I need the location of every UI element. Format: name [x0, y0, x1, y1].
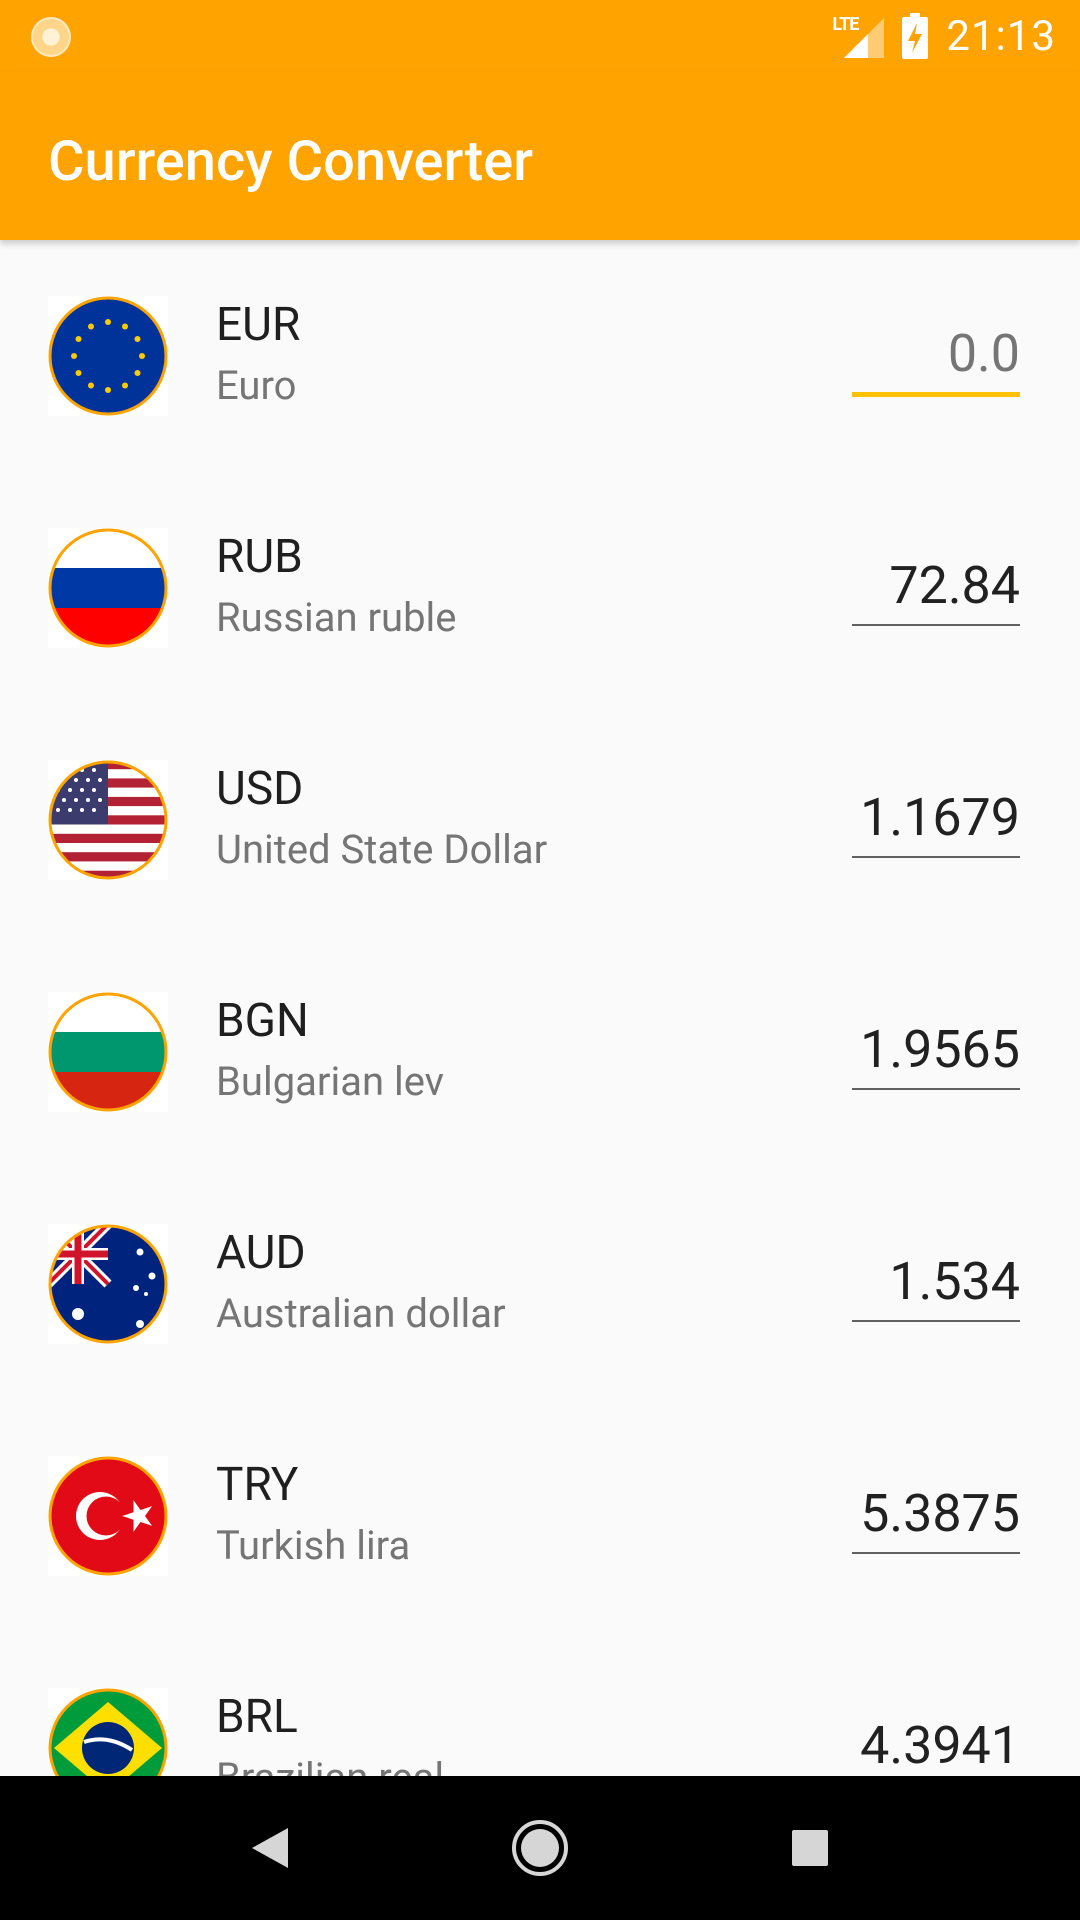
currency-row-brl[interactable]: BRL Brazilian real [0, 1632, 1080, 1776]
currency-code: AUD [216, 1226, 306, 1280]
lte-signal-icon: LTE [830, 14, 885, 58]
currency-code: RUB [216, 530, 303, 584]
amount-input-bgn[interactable] [852, 1016, 1020, 1090]
currency-row-eur[interactable]: EUR Euro [0, 240, 1080, 472]
app-bar: Currency Converter [0, 72, 1080, 240]
notification-icon [31, 17, 71, 57]
australia-flag-icon [48, 1224, 168, 1344]
currency-code: BGN [216, 994, 309, 1048]
currency-row-rub[interactable]: RUB Russian ruble [0, 472, 1080, 704]
currency-name: Euro [216, 362, 297, 409]
currency-name: Russian ruble [216, 594, 457, 641]
amount-input-usd[interactable] [852, 784, 1020, 858]
brazil-flag-icon [48, 1688, 168, 1776]
battery-charging-icon [902, 13, 929, 59]
currency-code: EUR [216, 298, 301, 352]
currency-name: United State Dollar [216, 826, 548, 873]
turkey-flag-icon [48, 1456, 168, 1576]
usa-flag-icon [48, 760, 168, 880]
currency-code: BRL [216, 1690, 298, 1744]
currency-row-bgn[interactable]: BGN Bulgarian lev [0, 936, 1080, 1168]
currency-name: Australian dollar [216, 1290, 506, 1337]
currency-name: Bulgarian lev [216, 1058, 445, 1105]
recents-icon[interactable] [774, 1812, 846, 1884]
currency-code: USD [216, 762, 304, 816]
clock: 21:13 [946, 11, 1056, 61]
status-bar: LTE 21:13 [0, 0, 1080, 72]
status-icons: LTE 21:13 [830, 10, 1056, 62]
navigation-bar [0, 1776, 1080, 1920]
amount-input-brl[interactable] [852, 1712, 1020, 1776]
russia-flag-icon [48, 528, 168, 648]
currency-code: TRY [216, 1458, 299, 1512]
currency-name: Brazilian real [216, 1754, 444, 1776]
currency-row-aud[interactable]: AUD Australian dollar [0, 1168, 1080, 1400]
back-icon[interactable] [234, 1812, 306, 1884]
amount-input-rub[interactable] [852, 552, 1020, 626]
amount-input-aud[interactable] [852, 1248, 1020, 1322]
currency-list[interactable]: EUR Euro RUB Russian ruble [0, 240, 1080, 1776]
amount-input-eur[interactable] [852, 320, 1020, 397]
amount-input-try[interactable] [852, 1480, 1020, 1554]
currency-row-try[interactable]: TRY Turkish lira [0, 1400, 1080, 1632]
eu-flag-icon [48, 296, 168, 416]
home-icon[interactable] [504, 1812, 576, 1884]
bulgaria-flag-icon [48, 992, 168, 1112]
currency-name: Turkish lira [216, 1522, 411, 1569]
currency-row-usd[interactable]: USD United State Dollar [0, 704, 1080, 936]
app-title: Currency Converter [48, 128, 534, 194]
